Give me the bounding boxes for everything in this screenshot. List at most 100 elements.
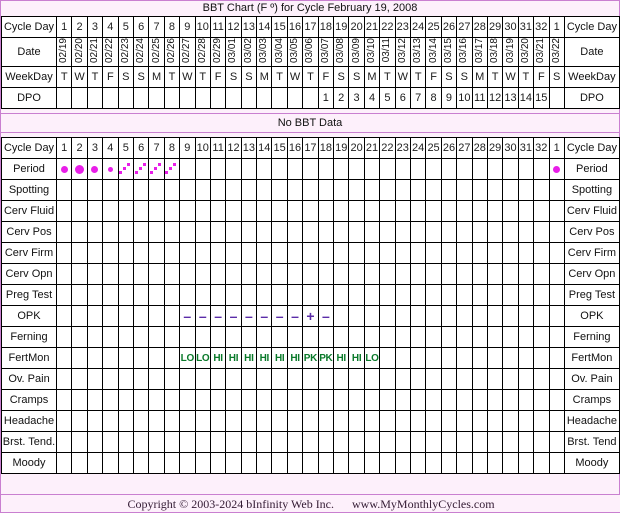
- cell-preg-test[interactable]: [440, 284, 458, 307]
- cell-moody[interactable]: [471, 452, 488, 475]
- cell-ferning[interactable]: [148, 326, 165, 349]
- cell-cerv-opn[interactable]: [71, 263, 88, 286]
- cell-cerv-pos[interactable]: [440, 221, 458, 244]
- cell-brst-tend-[interactable]: [163, 431, 181, 454]
- cell-cramps[interactable]: [440, 389, 458, 412]
- cell-cerv-opn[interactable]: [379, 263, 396, 286]
- cell-cerv-opn[interactable]: [256, 263, 273, 286]
- cell-brst-tend-[interactable]: [209, 431, 227, 454]
- cell-fertmon[interactable]: [456, 347, 473, 370]
- cell-ferning[interactable]: [302, 326, 319, 349]
- cell-cerv-fluid[interactable]: [333, 200, 350, 223]
- cell-preg-test[interactable]: [86, 284, 104, 307]
- cell-fertmon[interactable]: [440, 347, 458, 370]
- cell-period[interactable]: [548, 158, 565, 181]
- cell-preg-test[interactable]: [71, 284, 88, 307]
- cell-cerv-fluid[interactable]: [86, 200, 104, 223]
- cell-ferning[interactable]: [456, 326, 473, 349]
- cell-headache[interactable]: [132, 410, 150, 433]
- cell-cerv-pos[interactable]: [102, 221, 119, 244]
- cell-cerv-opn[interactable]: [533, 263, 550, 286]
- cell-cerv-firm[interactable]: [148, 242, 165, 265]
- cell-cerv-firm[interactable]: [225, 242, 242, 265]
- cell-ov-pain[interactable]: [471, 368, 488, 391]
- cell-ferning[interactable]: [471, 326, 488, 349]
- cell-cerv-pos[interactable]: [533, 221, 550, 244]
- cell-spotting[interactable]: [71, 179, 88, 202]
- cell-ferning[interactable]: [348, 326, 365, 349]
- cell-cerv-fluid[interactable]: [163, 200, 181, 223]
- cell-period[interactable]: [271, 158, 288, 181]
- cell-opk[interactable]: –: [240, 305, 258, 328]
- cell-fertmon[interactable]: [55, 347, 73, 370]
- cell-fertmon[interactable]: [379, 347, 396, 370]
- cell-cerv-firm[interactable]: [256, 242, 273, 265]
- cell-cramps[interactable]: [117, 389, 134, 412]
- cell-cerv-pos[interactable]: [486, 221, 504, 244]
- cell-opk[interactable]: [409, 305, 427, 328]
- cell-ov-pain[interactable]: [194, 368, 211, 391]
- cell-cramps[interactable]: [163, 389, 181, 412]
- cell-cerv-pos[interactable]: [256, 221, 273, 244]
- cell-spotting[interactable]: [148, 179, 165, 202]
- cell-brst-tend-[interactable]: [225, 431, 242, 454]
- cell-preg-test[interactable]: [179, 284, 196, 307]
- cell-cerv-firm[interactable]: [456, 242, 473, 265]
- cell-moody[interactable]: [302, 452, 319, 475]
- cell-moody[interactable]: [502, 452, 519, 475]
- cell-preg-test[interactable]: [256, 284, 273, 307]
- cell-period[interactable]: [194, 158, 211, 181]
- cell-headache[interactable]: [409, 410, 427, 433]
- cell-ov-pain[interactable]: [409, 368, 427, 391]
- cell-opk[interactable]: [71, 305, 88, 328]
- cell-cerv-opn[interactable]: [225, 263, 242, 286]
- cell-fertmon[interactable]: HI: [286, 347, 304, 370]
- cell-cerv-pos[interactable]: [379, 221, 396, 244]
- cell-headache[interactable]: [440, 410, 458, 433]
- cell-ferning[interactable]: [194, 326, 211, 349]
- cell-preg-test[interactable]: [363, 284, 381, 307]
- cell-cramps[interactable]: [286, 389, 304, 412]
- cell-headache[interactable]: [517, 410, 535, 433]
- cell-cerv-pos[interactable]: [271, 221, 288, 244]
- cell-cerv-opn[interactable]: [209, 263, 227, 286]
- cell-fertmon[interactable]: HI: [240, 347, 258, 370]
- cell-cramps[interactable]: [409, 389, 427, 412]
- cell-preg-test[interactable]: [425, 284, 442, 307]
- cell-brst-tend-[interactable]: [86, 431, 104, 454]
- cell-cerv-fluid[interactable]: [317, 200, 335, 223]
- cell-cerv-pos[interactable]: [363, 221, 381, 244]
- cell-ferning[interactable]: [117, 326, 134, 349]
- cell-cerv-firm[interactable]: [240, 242, 258, 265]
- cell-ferning[interactable]: [333, 326, 350, 349]
- cell-ferning[interactable]: [533, 326, 550, 349]
- cell-preg-test[interactable]: [394, 284, 411, 307]
- cell-brst-tend-[interactable]: [502, 431, 519, 454]
- cell-cerv-opn[interactable]: [394, 263, 411, 286]
- cell-ferning[interactable]: [55, 326, 73, 349]
- cell-opk[interactable]: [333, 305, 350, 328]
- cell-period[interactable]: [256, 158, 273, 181]
- cell-preg-test[interactable]: [471, 284, 488, 307]
- cell-cerv-fluid[interactable]: [240, 200, 258, 223]
- cell-opk[interactable]: [148, 305, 165, 328]
- cell-period[interactable]: [348, 158, 365, 181]
- cell-ov-pain[interactable]: [317, 368, 335, 391]
- cell-cerv-firm[interactable]: [271, 242, 288, 265]
- cell-cerv-opn[interactable]: [194, 263, 211, 286]
- cell-ferning[interactable]: [317, 326, 335, 349]
- cell-cramps[interactable]: [225, 389, 242, 412]
- cell-headache[interactable]: [533, 410, 550, 433]
- cell-period[interactable]: [317, 158, 335, 181]
- cell-moody[interactable]: [517, 452, 535, 475]
- cell-headache[interactable]: [86, 410, 104, 433]
- cell-ferning[interactable]: [363, 326, 381, 349]
- cell-fertmon[interactable]: [117, 347, 134, 370]
- cell-cerv-opn[interactable]: [86, 263, 104, 286]
- cell-moody[interactable]: [456, 452, 473, 475]
- cell-moody[interactable]: [148, 452, 165, 475]
- cell-fertmon[interactable]: [71, 347, 88, 370]
- cell-cramps[interactable]: [379, 389, 396, 412]
- cell-brst-tend-[interactable]: [348, 431, 365, 454]
- cell-spotting[interactable]: [517, 179, 535, 202]
